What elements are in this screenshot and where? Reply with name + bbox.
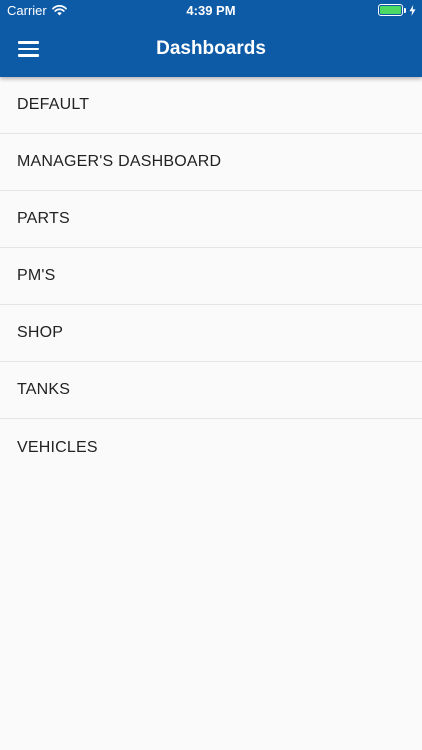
- status-bar: Carrier 4:39 PM: [0, 0, 422, 22]
- list-item-default[interactable]: DEFAULT: [0, 77, 422, 134]
- list-item-label: PM'S: [17, 267, 56, 284]
- list-item-tanks[interactable]: TANKS: [0, 362, 422, 419]
- list-item-label: MANAGER'S DASHBOARD: [17, 153, 222, 170]
- list-item-pms[interactable]: PM'S: [0, 248, 422, 305]
- dashboard-list: DEFAULT MANAGER'S DASHBOARD PARTS PM'S S…: [0, 77, 422, 476]
- status-time: 4:39 PM: [186, 3, 236, 18]
- list-item-vehicles[interactable]: VEHICLES: [0, 419, 422, 476]
- list-item-shop[interactable]: SHOP: [0, 305, 422, 362]
- list-item-managers-dashboard[interactable]: MANAGER'S DASHBOARD: [0, 134, 422, 191]
- list-item-label: DEFAULT: [17, 96, 90, 113]
- list-item-label: PARTS: [17, 210, 70, 227]
- list-item-label: VEHICLES: [17, 438, 98, 456]
- list-item-parts[interactable]: PARTS: [0, 191, 422, 248]
- app-screen: Carrier 4:39 PM Dashboards DEFAULT MANAG…: [0, 0, 422, 750]
- battery-level: [380, 6, 401, 14]
- list-item-label: SHOP: [17, 324, 64, 341]
- app-header: Carrier 4:39 PM Dashboards: [0, 0, 422, 77]
- nav-bar: Dashboards: [0, 22, 422, 77]
- battery-icon: [378, 4, 403, 16]
- lightning-bolt-icon: [409, 4, 416, 16]
- list-item-label: TANKS: [17, 381, 71, 398]
- page-title: Dashboards: [156, 38, 266, 59]
- battery-tip: [404, 7, 406, 13]
- battery-group: [378, 4, 416, 16]
